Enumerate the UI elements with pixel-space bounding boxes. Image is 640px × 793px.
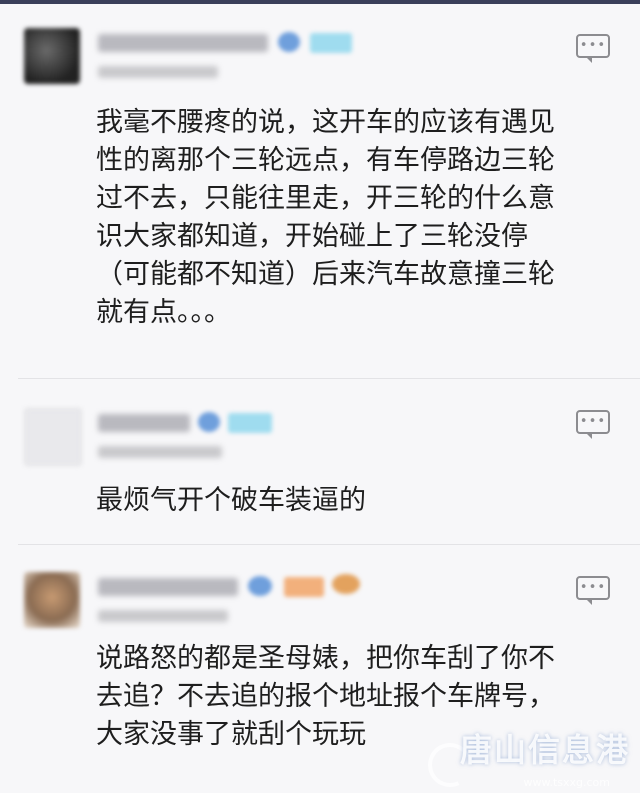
comment-meta-blurred: [98, 610, 228, 622]
reply-button[interactable]: •••: [576, 34, 610, 63]
watermark-title: 唐山信息港: [459, 731, 630, 769]
level-badge: [284, 577, 324, 597]
comment-icon: •••: [579, 580, 607, 595]
divider: [18, 544, 640, 545]
username-blurred[interactable]: [98, 414, 190, 432]
comment-meta-blurred: [98, 66, 218, 78]
divider: [18, 378, 640, 379]
avatar[interactable]: [24, 572, 80, 628]
reply-button[interactable]: •••: [576, 576, 610, 605]
comment-item: ••• 最烦气开个破车装逼的: [0, 380, 640, 542]
comment-icon: •••: [579, 414, 607, 429]
vip-badge: [278, 32, 300, 52]
comment-text: 最烦气开个破车装逼的: [96, 485, 366, 516]
comment-item: ••• 我毫不腰疼的说，这开车的应该有遇见 性的离那个三轮远点，有车停路边三轮 …: [0, 0, 640, 372]
vip-badge: [248, 576, 272, 596]
username-blurred[interactable]: [98, 34, 268, 52]
comment-icon: •••: [579, 38, 607, 53]
vip-badge: [198, 412, 220, 432]
watermark-url: www.tsxxg.com: [523, 776, 610, 789]
avatar[interactable]: [24, 28, 80, 84]
username-blurred[interactable]: [98, 578, 238, 596]
level-badge: [310, 33, 352, 53]
avatar[interactable]: [24, 408, 82, 466]
comment-meta-blurred: [98, 446, 222, 458]
medal-badge: [332, 574, 360, 594]
level-badge: [228, 413, 272, 433]
reply-button[interactable]: •••: [576, 410, 610, 439]
comment-text: 我毫不腰疼的说，这开车的应该有遇见 性的离那个三轮远点，有车停路边三轮 过不去，…: [96, 107, 555, 328]
